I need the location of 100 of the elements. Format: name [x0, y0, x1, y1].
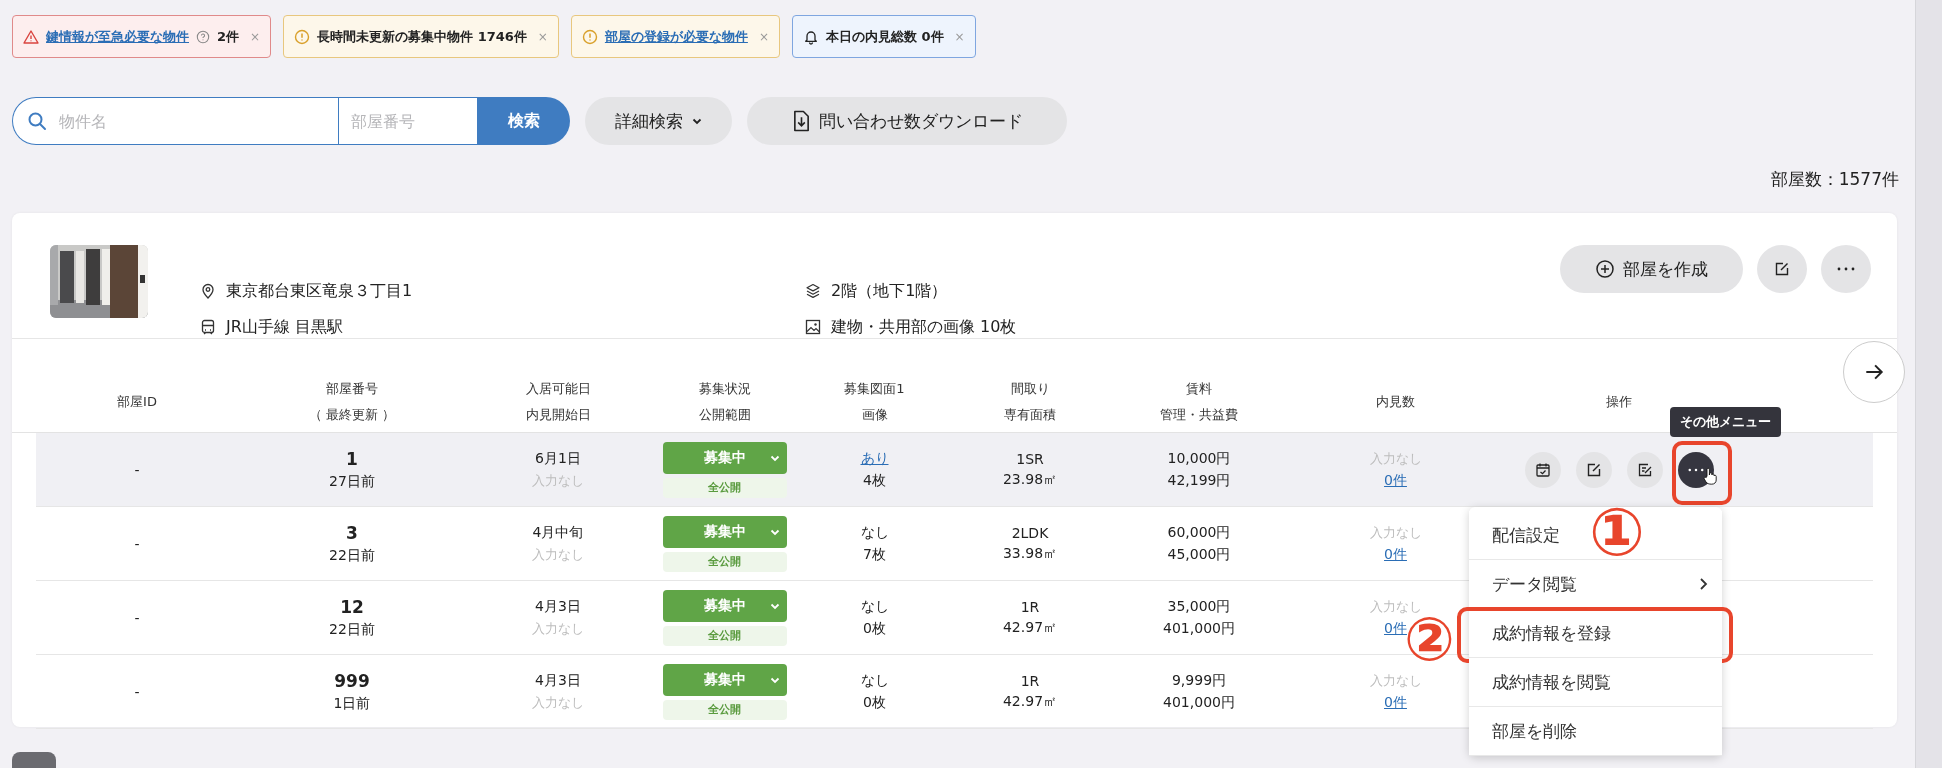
station-text: JR山手線 目黒駅	[226, 316, 343, 338]
table-cell: 10,000円	[1167, 449, 1231, 468]
column-header: 管理・共益費	[1160, 405, 1238, 424]
table-cell: 0枚	[863, 693, 886, 712]
exclamation-icon	[294, 28, 311, 45]
table-cell: 6月1日	[535, 449, 581, 468]
plus-circle-icon	[1595, 259, 1615, 279]
status-dropdown[interactable]: 募集中	[662, 515, 787, 548]
table-cell: なし	[860, 671, 889, 690]
table-cell: なし	[860, 523, 889, 542]
schedule-button[interactable]	[1524, 451, 1561, 488]
table-cell: 401,000円	[1163, 693, 1235, 712]
alert-link[interactable]: 部屋の登録が必要な物件	[604, 27, 748, 46]
search-field[interactable]: 物件名	[12, 97, 338, 145]
table-cell: 入力なし	[532, 619, 584, 638]
column-header: 公開範囲	[698, 405, 751, 424]
chevron-right-icon	[1698, 577, 1708, 591]
room-number: 12	[340, 596, 364, 617]
create-room-button[interactable]: 部屋を作成	[1560, 245, 1743, 293]
table-cell: 入力なし	[1369, 671, 1422, 690]
table-cell: 4月3日	[535, 671, 581, 690]
table-cell: 9,999円	[1171, 671, 1227, 690]
table-cell: 0枚	[863, 619, 886, 638]
column-header: 専有面積	[1004, 405, 1056, 424]
column-header: 部屋番号	[326, 379, 378, 398]
column-header: 内見開始日	[525, 405, 591, 424]
close-button[interactable]: ×	[754, 29, 769, 44]
close-button[interactable]: ×	[246, 29, 261, 44]
floors-text: 2階（地下1階）	[831, 280, 948, 302]
table-cell: 33.98㎡	[1002, 544, 1058, 563]
close-button[interactable]: ×	[950, 29, 965, 44]
edit-button[interactable]	[1575, 451, 1612, 488]
viewing-count-link[interactable]: 0件	[1384, 619, 1407, 638]
table-cell: なし	[860, 597, 889, 616]
column-header: 間取り	[1010, 379, 1050, 398]
table-cell: 35,000円	[1167, 597, 1231, 616]
table-cell: 4月中旬	[532, 523, 584, 542]
status-dropdown[interactable]: 募集中	[662, 441, 787, 474]
column-header: 賃料	[1186, 379, 1212, 398]
more-icon	[1837, 267, 1855, 271]
scope-tag: 全公開	[662, 625, 787, 646]
column-header: （ 最終更新 ）	[308, 405, 396, 424]
table-cell: 7枚	[863, 545, 886, 564]
room-number-field[interactable]: 部屋番号	[338, 97, 477, 145]
help-icon[interactable]	[196, 29, 210, 44]
table-cell: -	[134, 461, 140, 478]
viewing-count-link[interactable]: 0件	[1384, 545, 1407, 564]
table-cell: 42,199円	[1167, 471, 1231, 490]
table-cell: 2LDK	[1011, 524, 1049, 541]
table-cell: 23.98㎡	[1002, 470, 1058, 489]
note-edit-button[interactable]	[1626, 451, 1663, 488]
address-text: 東京都台東区竜泉３丁目1	[226, 280, 413, 302]
bell-icon	[802, 28, 819, 45]
table-cell: 22日前	[329, 546, 375, 565]
column-header: 部屋ID	[117, 392, 157, 411]
floorplan-link[interactable]: あり	[860, 449, 889, 468]
alert-text: 本日の内見総数 0件	[825, 27, 944, 46]
table-cell: 22日前	[329, 620, 375, 639]
table-cell: 45,000円	[1167, 545, 1231, 564]
detail-search-button[interactable]: 詳細検索	[585, 97, 732, 145]
column-header: 画像	[861, 405, 888, 424]
download-button[interactable]: 問い合わせ数ダウンロード	[747, 97, 1067, 145]
table-cell: 1SR	[1016, 450, 1044, 467]
room-count: 部屋数：1577件	[1770, 167, 1899, 191]
scope-tag: 全公開	[662, 477, 787, 498]
table-cell: 入力なし	[532, 693, 584, 712]
table-cell: -	[134, 609, 140, 626]
edit-icon	[1585, 461, 1602, 478]
close-button[interactable]: ×	[533, 29, 548, 44]
table-cell: 1R	[1020, 672, 1040, 689]
alert-link[interactable]: 鍵情報が至急必要な物件	[46, 27, 189, 46]
room-number: 999	[334, 670, 370, 691]
column-header: 操作	[1606, 392, 1632, 411]
location-pin-icon	[200, 283, 216, 299]
column-header: 募集状況	[698, 379, 751, 398]
table-cell: 42.97㎡	[1002, 618, 1058, 637]
more-menu-button[interactable]	[1677, 451, 1714, 488]
table-cell: 入力なし	[1369, 523, 1422, 542]
table-cell: 42.97㎡	[1002, 692, 1058, 711]
room-number: 3	[346, 522, 358, 543]
table-cell: 60,000円	[1167, 523, 1231, 542]
table-cell: 1R	[1020, 598, 1040, 615]
scope-tag: 全公開	[662, 699, 787, 720]
file-download-icon	[791, 110, 811, 132]
alert-count: 2件	[217, 27, 240, 46]
calendar-check-icon	[1534, 461, 1551, 478]
room-number: 1	[346, 448, 358, 469]
column-header: 募集図面1	[844, 379, 905, 398]
table-cell: -	[134, 683, 140, 700]
column-header: 内見数	[1376, 392, 1415, 411]
train-icon	[200, 319, 216, 335]
search-button[interactable]: 検索	[477, 97, 570, 145]
status-dropdown[interactable]: 募集中	[662, 589, 787, 622]
search-icon	[27, 111, 47, 131]
status-dropdown[interactable]: 募集中	[662, 663, 787, 696]
viewing-count-link[interactable]: 0件	[1384, 471, 1407, 490]
table-cell: 4月3日	[535, 597, 581, 616]
viewing-count-link[interactable]: 0件	[1384, 693, 1407, 712]
table-cell: 入力なし	[532, 545, 584, 564]
layers-icon	[805, 283, 821, 299]
